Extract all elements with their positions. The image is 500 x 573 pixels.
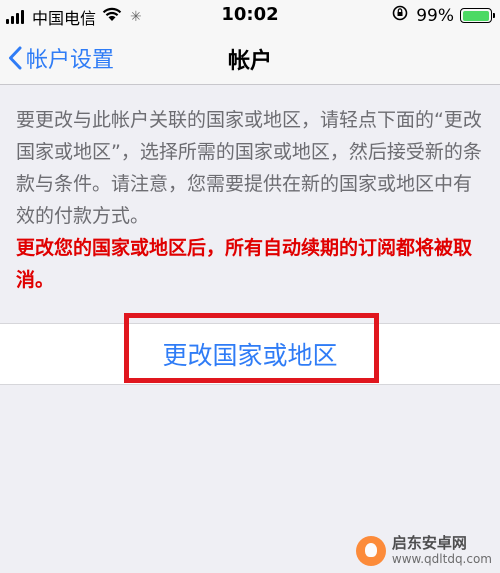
watermark-url: www.qdltdq.com bbox=[391, 552, 492, 566]
orientation-lock-icon bbox=[392, 5, 408, 26]
watermark-text: 启东安卓网 www.qdltdq.com bbox=[392, 535, 492, 567]
battery-percent: 99% bbox=[416, 5, 454, 26]
status-bar: 中国电信 ✳ 10:02 99% bbox=[0, 0, 500, 30]
status-right: 99% bbox=[392, 5, 495, 26]
watermark-logo-icon bbox=[355, 536, 386, 566]
watermark-name: 启东安卓网 bbox=[391, 534, 467, 552]
watermark: 启东安卓网 www.qdltdq.com bbox=[355, 535, 492, 567]
battery-icon bbox=[460, 8, 495, 23]
info-text: 要更改与此帐户关联的国家或地区，请轻点下面的“更改国家或地区”，选择所需的国家或… bbox=[16, 109, 482, 227]
battery-fill bbox=[462, 10, 490, 21]
back-button-label: 帐户设置 bbox=[26, 48, 115, 73]
back-button[interactable]: 帐户设置 bbox=[8, 42, 114, 74]
warning-text: 更改您的国家或地区后，所有自动续期的订阅都将被取消。 bbox=[16, 237, 473, 291]
change-country-button[interactable]: 更改国家或地区 bbox=[0, 324, 500, 384]
navigation-bar: 帐户设置 帐户 bbox=[0, 30, 500, 85]
chevron-left-icon bbox=[9, 46, 22, 70]
action-cell: 更改国家或地区 bbox=[0, 323, 500, 385]
